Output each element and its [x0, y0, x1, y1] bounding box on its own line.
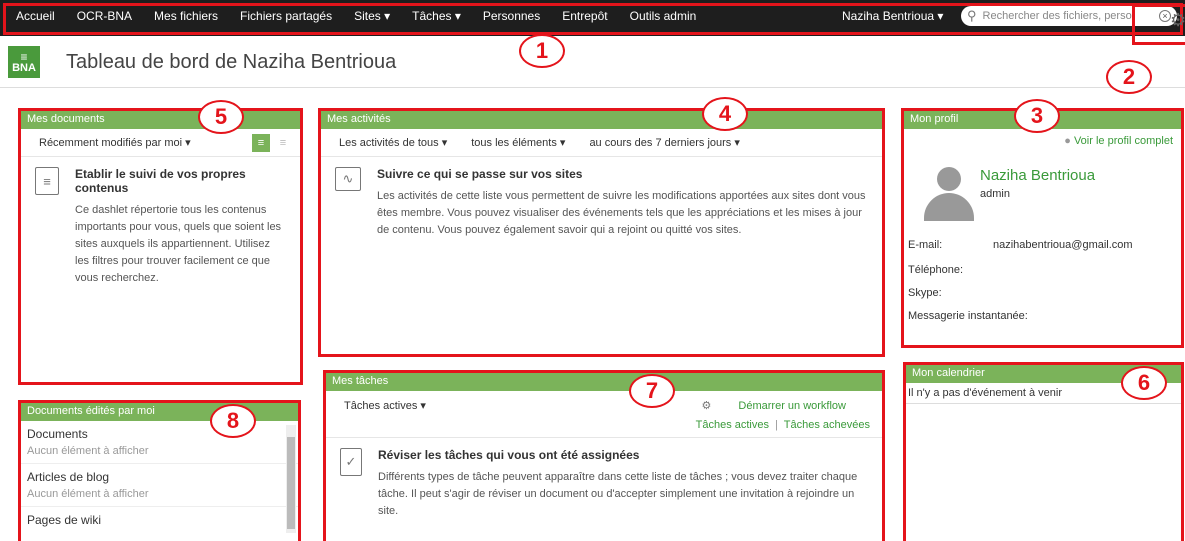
task-checklist-icon: ✓: [340, 448, 362, 476]
user-icon: ●: [1064, 135, 1071, 147]
list-item-category[interactable]: Documents: [21, 421, 298, 441]
page-title: Tableau de bord de Naziha Bentrioua: [66, 51, 397, 73]
page-header: ≡ BNA Tableau de bord de Naziha Bentriou…: [0, 42, 1185, 88]
profile-role: admin: [980, 188, 1010, 200]
dashlet-title: Mes documents: [21, 111, 300, 129]
detailed-view-icon[interactable]: ≡: [252, 133, 270, 152]
profile-name[interactable]: Naziha Bentrioua: [980, 167, 1095, 184]
callout-badge-7: 7: [629, 374, 675, 408]
dashlet-title: Mes tâches: [326, 373, 882, 391]
dashlet-edited-documents: Documents édités par moi Documents Aucun…: [18, 400, 301, 541]
dashlet-my-documents: Mes documents Récemment modifiés par moi…: [18, 108, 303, 385]
dashlet-title: Documents édités par moi: [21, 403, 298, 421]
empty-state-text: Les activités de cette liste vous permet…: [377, 190, 866, 236]
callout-badge-5: 5: [198, 100, 244, 134]
simple-view-icon[interactable]: ≡: [274, 134, 292, 152]
callout-badge-2: 2: [1106, 60, 1152, 94]
empty-state-text: Différents types de tâche peuvent appara…: [378, 471, 858, 517]
tasks-links: Tâches actives | Tâches achevées: [326, 419, 882, 438]
logo-icon: ≡: [20, 49, 28, 64]
list-item-category[interactable]: Pages de wiki: [21, 507, 298, 527]
skype-label: Skype:: [908, 287, 942, 299]
empty-state: ✓ Réviser les tâches qui vous ont été as…: [326, 438, 882, 530]
active-tasks-link[interactable]: Tâches actives: [696, 419, 769, 431]
activity-icon: ∿: [335, 167, 361, 191]
activities-when-dropdown[interactable]: au cours des 7 derniers jours ▾: [589, 136, 739, 149]
callout-badge-4: 4: [702, 97, 748, 131]
dashlet-my-tasks: Mes tâches Tâches actives ▾ ⚙ Démarrer u…: [323, 370, 885, 541]
instant-messaging-label: Messagerie instantanée:: [908, 310, 1028, 322]
phone-label: Téléphone:: [908, 264, 964, 276]
empty-state: ∿ Suivre ce qui se passe sur vos sites L…: [321, 157, 882, 249]
document-icon: ≡: [35, 167, 59, 195]
start-workflow-button[interactable]: ⚙ Démarrer un workflow: [701, 399, 870, 412]
email-label: E-mail:: [908, 239, 943, 251]
list-item-empty: Aucun élément à afficher: [21, 484, 298, 507]
site-logo: ≡ BNA: [8, 46, 40, 78]
list-item-empty: Aucun élément à afficher: [21, 441, 298, 464]
dashlet-toolbar: Les activités de tous ▾ tous les élément…: [321, 129, 882, 157]
empty-state-title: Etablir le suivi de vos propres contenus: [75, 167, 246, 195]
activities-who-dropdown[interactable]: Les activités de tous ▾: [339, 136, 447, 149]
gear-icon[interactable]: ⚙: [1170, 10, 1185, 31]
avatar: [920, 163, 978, 221]
list-item-category[interactable]: Articles de blog: [21, 464, 298, 484]
dashlet-my-profile: Mon profil ● Voir le profil complet Nazi…: [901, 108, 1184, 348]
email-value[interactable]: nazihabentrioua@gmail.com: [993, 239, 1133, 251]
dashlet-toolbar: Tâches actives ▾ ⚙ Démarrer un workflow: [326, 391, 882, 419]
callout-badge-8: 8: [210, 404, 256, 438]
dashlet-title: Mes activités: [321, 111, 882, 129]
documents-filter-dropdown[interactable]: Récemment modifiés par moi ▾: [39, 136, 191, 149]
activities-what-dropdown[interactable]: tous les éléments ▾: [471, 136, 565, 149]
callout-badge-1: 1: [519, 34, 565, 68]
empty-state: ≡ Etablir le suivi de vos propres conten…: [21, 157, 300, 297]
empty-state-text: Ce dashlet répertorie tous les contenus …: [75, 204, 282, 284]
callout-badge-3: 3: [1014, 99, 1060, 133]
scrollbar-thumb[interactable]: [287, 437, 295, 529]
highlight-box-nav: [3, 3, 1183, 35]
completed-tasks-link[interactable]: Tâches achevées: [784, 419, 870, 431]
empty-state-title: Suivre ce qui se passe sur vos sites: [377, 167, 583, 181]
tasks-filter-dropdown[interactable]: Tâches actives ▾: [344, 399, 426, 412]
dashlet-toolbar: Récemment modifiés par moi ▾ ≡ ≡: [21, 129, 300, 157]
workflow-icon: ⚙: [701, 399, 712, 412]
empty-state-title: Réviser les tâches qui vous ont été assi…: [378, 448, 640, 462]
dashlet-my-activities: Mes activités Les activités de tous ▾ to…: [318, 108, 885, 357]
scrollbar[interactable]: [286, 425, 296, 533]
tasks-links-separator: |: [775, 419, 778, 431]
callout-badge-6: 6: [1121, 366, 1167, 400]
